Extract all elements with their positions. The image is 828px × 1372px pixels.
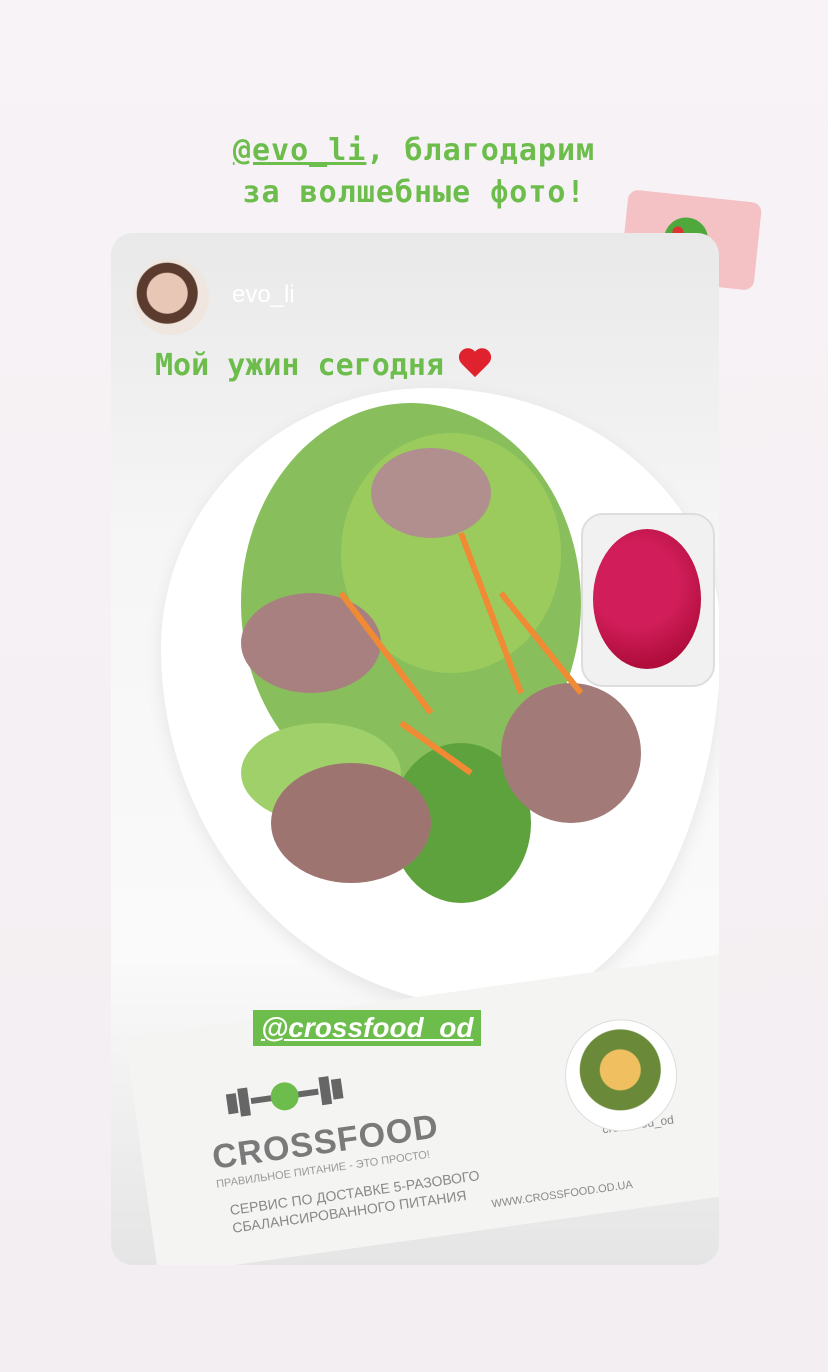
reposted-story-card[interactable]: evo_li Мой ужин сегодня CROSSFOOD ПРАВИЛ… <box>111 233 719 1265</box>
story-username[interactable]: evo_li <box>232 281 295 309</box>
caption-line1-rest: , благодарим <box>366 133 596 168</box>
story-headline-text: Мой ужин сегодня <box>155 348 444 383</box>
flyer-website: WWW.CROSSFOOD.OD.UA <box>490 1178 634 1211</box>
story-headline: Мой ужин сегодня <box>155 348 492 383</box>
dumbbell-icon <box>225 1076 344 1117</box>
avatar[interactable] <box>133 259 209 335</box>
caption-mention[interactable]: @evo_li <box>233 133 366 168</box>
mention-tag[interactable]: @crossfood_od <box>253 1010 482 1046</box>
sauce-cup-image <box>581 513 715 687</box>
heart-icon <box>458 349 492 379</box>
crossfood-flyer: CROSSFOOD ПРАВИЛЬНОЕ ПИТАНИЕ - ЭТО ПРОСТ… <box>125 954 719 1265</box>
